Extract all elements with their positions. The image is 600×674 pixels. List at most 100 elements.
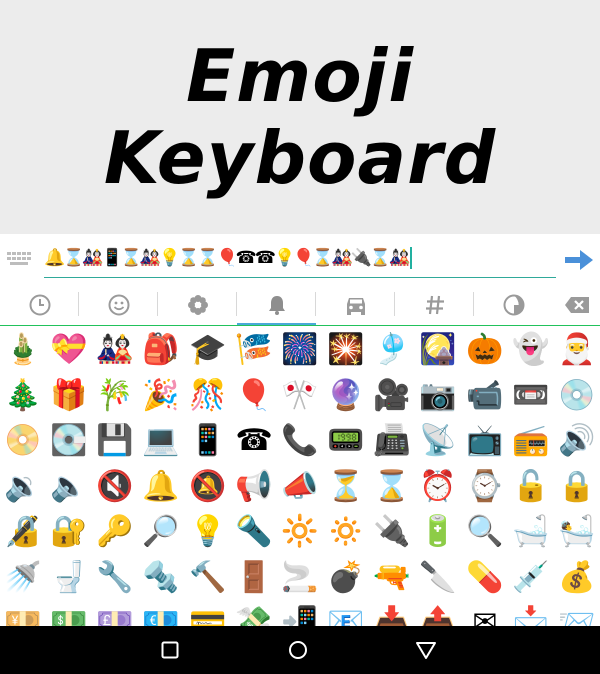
emoji-key[interactable]: 💸: [231, 600, 277, 627]
emoji-key[interactable]: 🔫: [369, 555, 415, 601]
emoji-key[interactable]: 🔉: [0, 464, 46, 510]
emoji-key[interactable]: 🔍: [462, 509, 508, 555]
emoji-key[interactable]: 🔧: [92, 555, 138, 601]
emoji-key[interactable]: 📩: [508, 600, 554, 627]
tab-symbols[interactable]: [395, 284, 474, 325]
emoji-key[interactable]: 📼: [508, 373, 554, 419]
emoji-key[interactable]: 🚽: [46, 555, 92, 601]
emoji-key[interactable]: 🎉: [138, 373, 184, 419]
recents-square-icon[interactable]: [158, 638, 182, 662]
emoji-key[interactable]: 🔅: [323, 509, 369, 555]
emoji-key[interactable]: 📡: [415, 418, 461, 464]
tab-themes[interactable]: [474, 284, 553, 325]
emoji-key[interactable]: 📠: [369, 418, 415, 464]
tab-car[interactable]: [316, 284, 395, 325]
emoji-key[interactable]: 🔨: [185, 555, 231, 601]
emoji-key[interactable]: 🔔: [138, 464, 184, 510]
tab-smileys[interactable]: [79, 284, 158, 325]
emoji-key[interactable]: 💻: [138, 418, 184, 464]
emoji-key[interactable]: 🔆: [277, 509, 323, 555]
emoji-key[interactable]: 🎎: [92, 327, 138, 373]
emoji-key[interactable]: 💷: [92, 600, 138, 627]
emoji-key[interactable]: 📤: [415, 600, 461, 627]
tab-bell[interactable]: [237, 284, 316, 325]
emoji-key[interactable]: 🎆: [277, 327, 323, 373]
emoji-key[interactable]: 🔈: [46, 464, 92, 510]
emoji-key[interactable]: 💾: [92, 418, 138, 464]
emoji-key[interactable]: 🚪: [231, 555, 277, 601]
emoji-key[interactable]: 💿: [554, 373, 600, 419]
emoji-key[interactable]: 🎁: [46, 373, 92, 419]
emoji-key[interactable]: 💽: [46, 418, 92, 464]
emoji-key[interactable]: 🎈: [231, 373, 277, 419]
emoji-key[interactable]: 🔏: [0, 509, 46, 555]
emoji-key[interactable]: 💴: [0, 600, 46, 627]
emoji-key[interactable]: 🎥: [369, 373, 415, 419]
emoji-key[interactable]: 📨: [554, 600, 600, 627]
emoji-key[interactable]: 🎋: [92, 373, 138, 419]
emoji-key[interactable]: 🔮: [323, 373, 369, 419]
emoji-key[interactable]: 🔦: [231, 509, 277, 555]
emoji-key[interactable]: ⌚: [462, 464, 508, 510]
emoji-key[interactable]: 🔒: [554, 464, 600, 510]
emoji-key[interactable]: 🎏: [231, 327, 277, 373]
emoji-key[interactable]: 📟: [323, 418, 369, 464]
emoji-key[interactable]: 📺: [462, 418, 508, 464]
emoji-key[interactable]: 🔎: [138, 509, 184, 555]
emoji-key[interactable]: 🎍: [0, 327, 46, 373]
emoji-key[interactable]: 💰: [554, 555, 600, 601]
emoji-key[interactable]: 🔑: [92, 509, 138, 555]
emoji-key[interactable]: 📀: [0, 418, 46, 464]
emoji-key[interactable]: 📱: [185, 418, 231, 464]
emoji-key[interactable]: 💊: [462, 555, 508, 601]
emoji-key[interactable]: 💵: [46, 600, 92, 627]
emoji-key[interactable]: 📣: [277, 464, 323, 510]
emoji-key[interactable]: 🎇: [323, 327, 369, 373]
emoji-key[interactable]: 💡: [185, 509, 231, 555]
emoji-key[interactable]: 🎅: [554, 327, 600, 373]
emoji-key[interactable]: 💶: [138, 600, 184, 627]
keyboard-icon[interactable]: [7, 252, 33, 267]
emoji-key[interactable]: 🔌: [369, 509, 415, 555]
emoji-key[interactable]: ⌛: [369, 464, 415, 510]
emoji-key[interactable]: 💣: [323, 555, 369, 601]
emoji-key[interactable]: 🎓: [185, 327, 231, 373]
emoji-key[interactable]: ⏳: [323, 464, 369, 510]
emoji-key[interactable]: 📷: [415, 373, 461, 419]
emoji-key[interactable]: ⏰: [415, 464, 461, 510]
emoji-key[interactable]: 🚬: [277, 555, 323, 601]
emoji-key[interactable]: 🎌: [277, 373, 323, 419]
emoji-key[interactable]: 📲: [277, 600, 323, 627]
emoji-key[interactable]: 📻: [508, 418, 554, 464]
emoji-key[interactable]: 💉: [508, 555, 554, 601]
emoji-key[interactable]: 🔕: [185, 464, 231, 510]
emoji-key[interactable]: 🔪: [415, 555, 461, 601]
emoji-key[interactable]: 🔇: [92, 464, 138, 510]
emoji-key[interactable]: 📹: [462, 373, 508, 419]
emoji-key[interactable]: 📥: [369, 600, 415, 627]
emoji-key[interactable]: 🛀: [554, 509, 600, 555]
send-arrow-icon[interactable]: [564, 247, 594, 273]
emoji-key[interactable]: 🔋: [415, 509, 461, 555]
emoji-key[interactable]: 💳: [185, 600, 231, 627]
emoji-input-field[interactable]: 🔔⌛🎎📱⌛🎎💡⌛⌛🎈☎☎💡🎈⌛🎎🔌⌛🎎: [44, 242, 556, 274]
backspace-button[interactable]: [553, 284, 600, 325]
emoji-key[interactable]: 📧: [323, 600, 369, 627]
emoji-key[interactable]: 🔩: [138, 555, 184, 601]
emoji-key[interactable]: 📞: [277, 418, 323, 464]
emoji-key[interactable]: 🎐: [369, 327, 415, 373]
home-circle-icon[interactable]: [286, 638, 310, 662]
emoji-key[interactable]: 🎊: [185, 373, 231, 419]
emoji-key[interactable]: 🎄: [0, 373, 46, 419]
emoji-key[interactable]: 🔐: [46, 509, 92, 555]
emoji-key[interactable]: 🚿: [0, 555, 46, 601]
emoji-key[interactable]: 💝: [46, 327, 92, 373]
tab-recent[interactable]: [0, 284, 79, 325]
emoji-key[interactable]: 🎑: [415, 327, 461, 373]
emoji-key[interactable]: 🎃: [462, 327, 508, 373]
emoji-key[interactable]: ☎: [231, 418, 277, 464]
emoji-key[interactable]: 🔓: [508, 464, 554, 510]
emoji-key[interactable]: 🛁: [508, 509, 554, 555]
emoji-key[interactable]: 🎒: [138, 327, 184, 373]
back-triangle-icon[interactable]: [414, 638, 438, 662]
